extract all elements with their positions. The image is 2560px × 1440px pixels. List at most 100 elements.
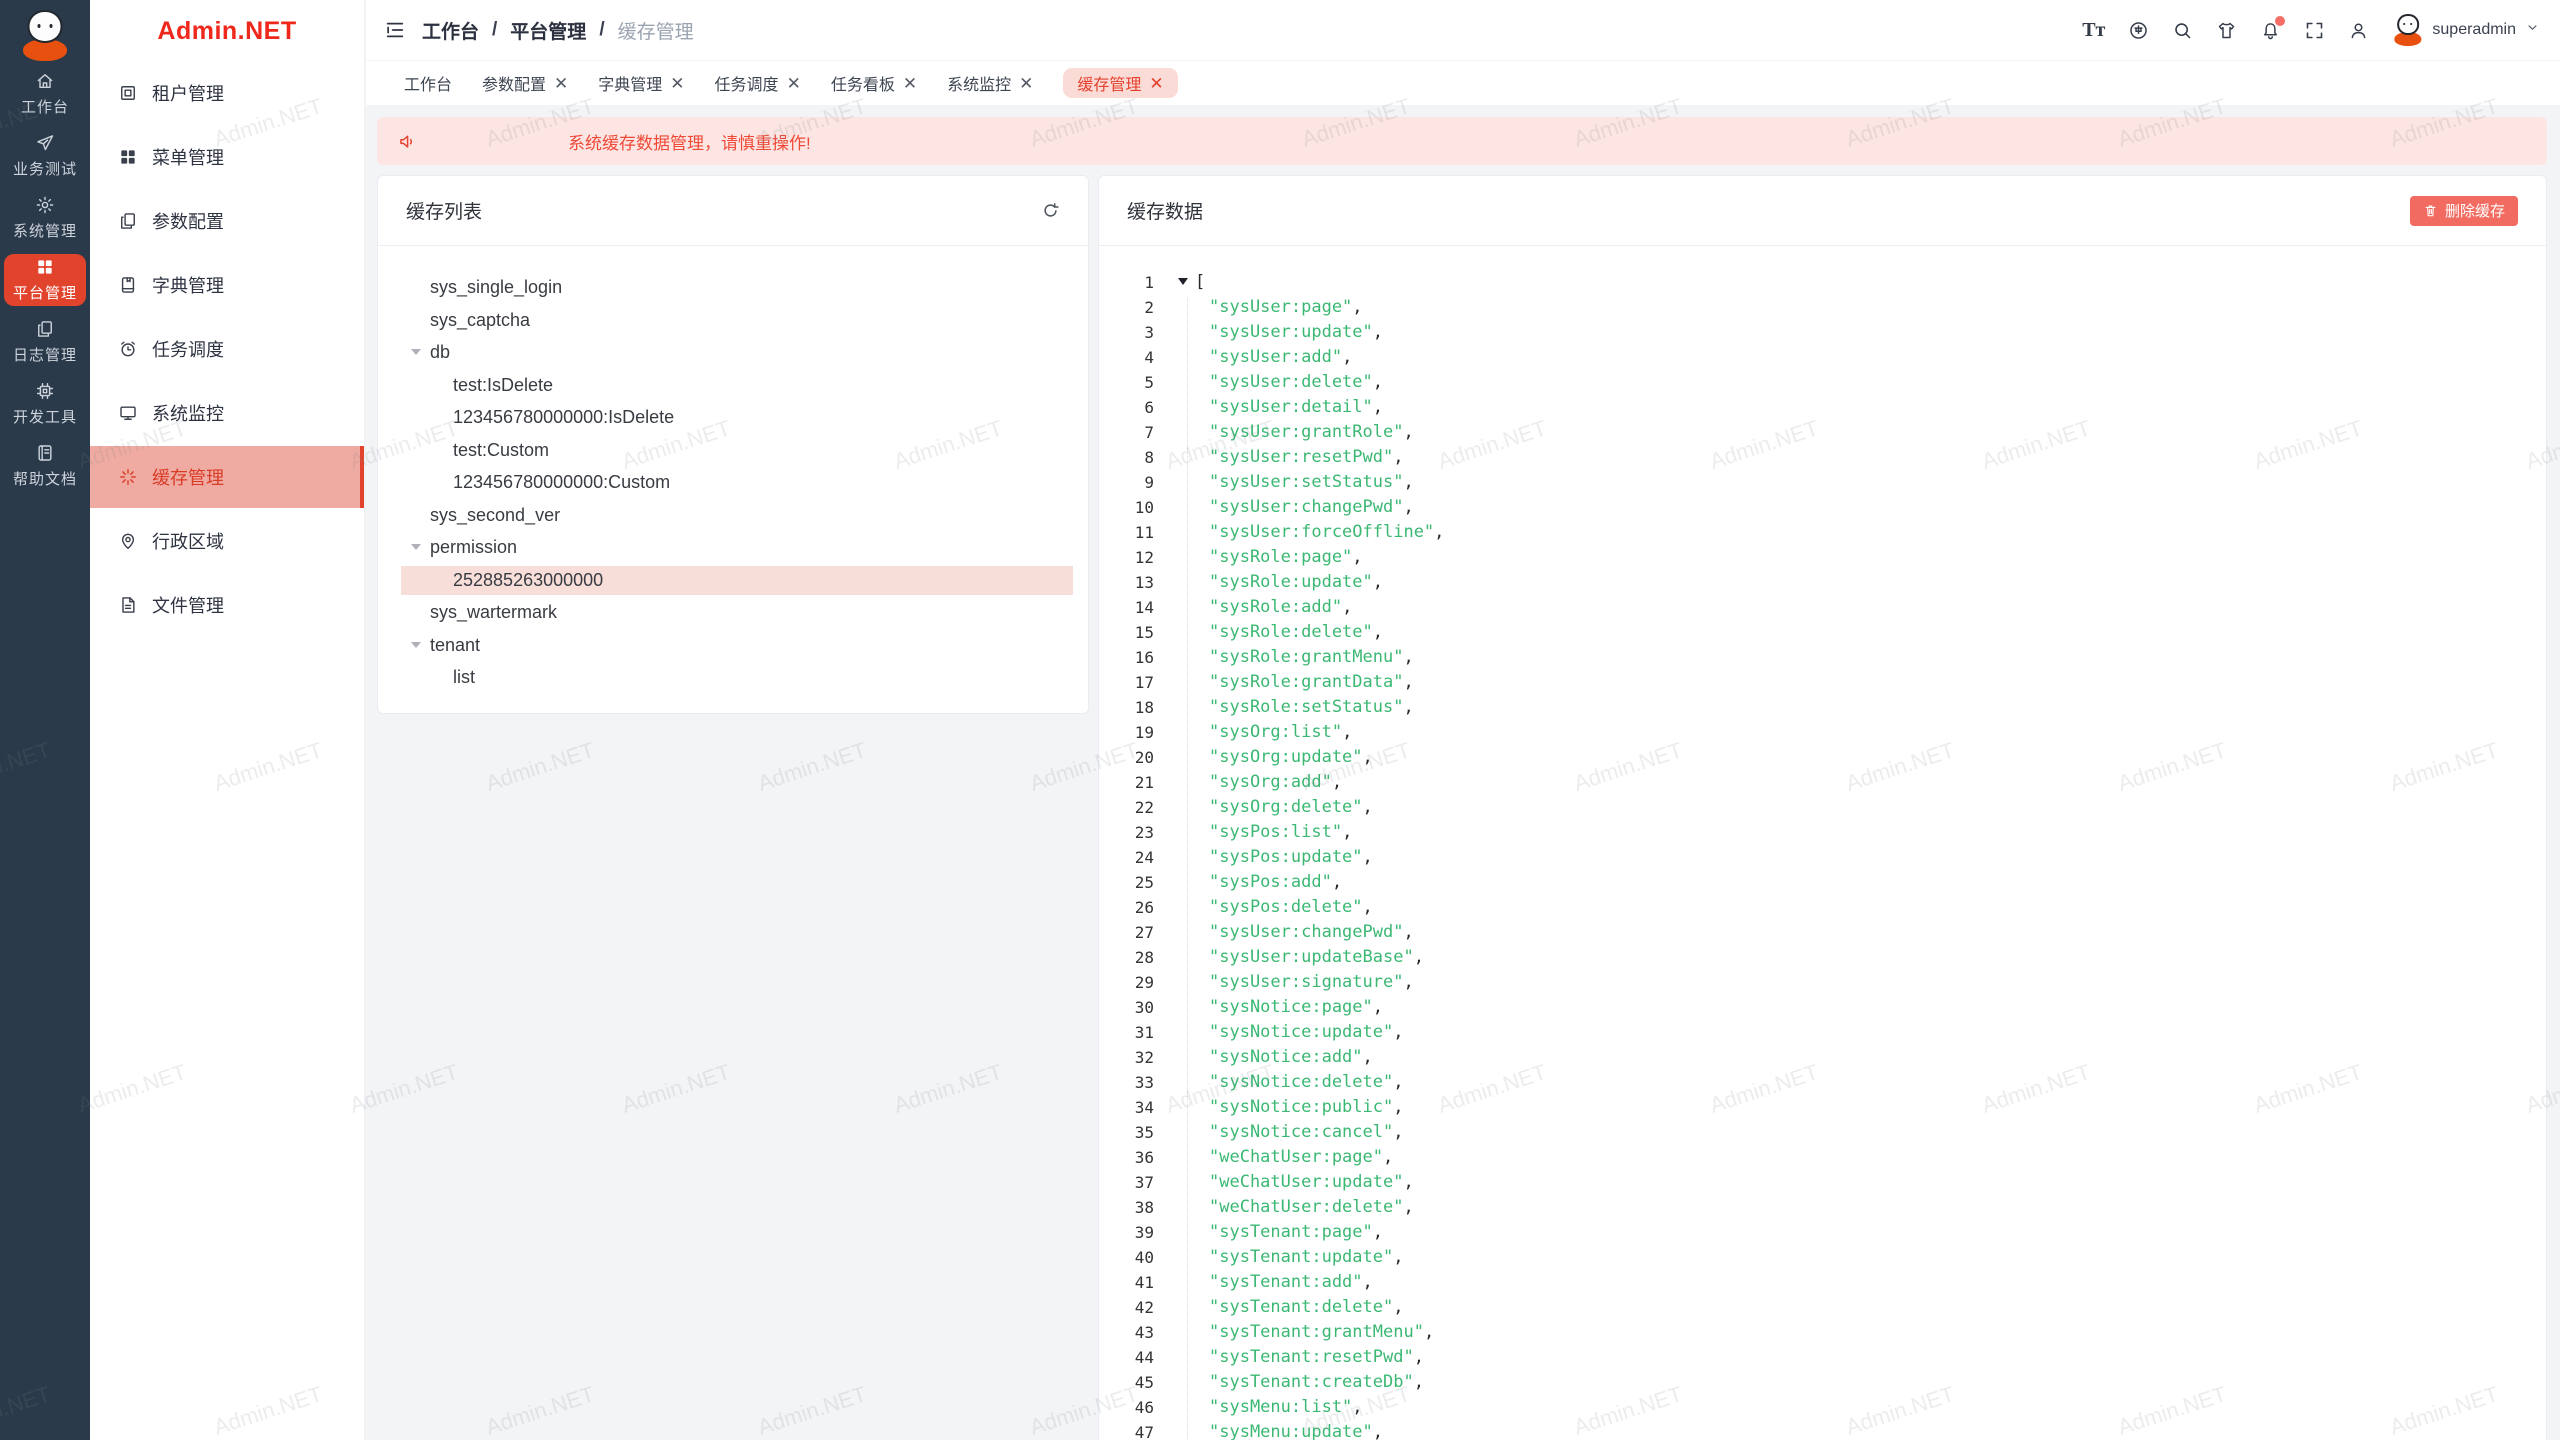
line-number: 16 <box>1099 645 1154 670</box>
code-text: "sysTenant:createDb", <box>1154 1370 1424 1395</box>
sidebar-item-系统监控[interactable]: 系统监控 <box>90 382 364 444</box>
language-icon[interactable] <box>2128 20 2149 41</box>
tree-node-sys_second_ver[interactable]: sys_second_ver <box>401 501 1073 530</box>
line-number: 23 <box>1099 820 1154 845</box>
tab-任务看板[interactable]: 任务看板✕ <box>831 68 917 98</box>
notification-bell-icon[interactable] <box>2260 20 2281 41</box>
rail-item-开发工具[interactable]: 开发工具 <box>4 378 86 430</box>
code-line: 14"sysRole:add", <box>1099 595 2546 620</box>
profile-icon[interactable] <box>2348 20 2369 41</box>
font-size-icon[interactable]: Tᴛ <box>2082 20 2105 40</box>
line-number: 4 <box>1099 345 1154 370</box>
menu-grid-icon <box>118 147 138 167</box>
tab-任务调度[interactable]: 任务调度✕ <box>715 68 801 98</box>
sidebar-item-文件管理[interactable]: 文件管理 <box>90 574 364 636</box>
sidebar-item-label: 菜单管理 <box>152 144 224 170</box>
tree-node-tenant[interactable]: tenant <box>401 631 1073 660</box>
tab-close-icon[interactable]: ✕ <box>554 75 568 92</box>
caret-down-icon[interactable] <box>411 349 421 355</box>
caret-down-icon[interactable] <box>411 544 421 550</box>
code-line: 1[ <box>1099 270 2546 295</box>
main-area: 工作台/平台管理/缓存管理 Tᴛ <box>366 0 2560 1440</box>
tab-工作台[interactable]: 工作台 <box>404 68 452 98</box>
delete-cache-button[interactable]: 删除缓存 <box>2410 196 2518 226</box>
code-line: 36"weChatUser:page", <box>1099 1145 2546 1170</box>
caret-down-icon[interactable] <box>411 642 421 648</box>
sidebar-item-菜单管理[interactable]: 菜单管理 <box>90 126 364 188</box>
collapse-menu-icon[interactable] <box>384 19 406 41</box>
breadcrumb-item-工作台[interactable]: 工作台 <box>422 17 479 44</box>
search-icon[interactable] <box>2172 20 2193 41</box>
fullscreen-icon[interactable] <box>2304 20 2325 41</box>
tree-node-123456780000000:Custom[interactable]: 123456780000000:Custom <box>401 468 1073 497</box>
code-text: "sysTenant:resetPwd", <box>1154 1345 1424 1370</box>
rail-item-平台管理[interactable]: 平台管理 <box>4 254 86 306</box>
rail-item-业务测试[interactable]: 业务测试 <box>4 130 86 182</box>
tree-node-list[interactable]: list <box>401 663 1073 692</box>
tree-node-permission[interactable]: permission <box>401 533 1073 562</box>
code-text: "sysRole:delete", <box>1154 620 1383 645</box>
tab-close-icon[interactable]: ✕ <box>1019 75 1033 92</box>
cache-icon <box>118 467 138 487</box>
rail-item-系统管理[interactable]: 系统管理 <box>4 192 86 244</box>
code-line: 21"sysOrg:add", <box>1099 770 2546 795</box>
copy-icon <box>35 319 55 339</box>
breadcrumb-item-平台管理[interactable]: 平台管理 <box>510 17 586 44</box>
code-text: "sysUser:detail", <box>1154 395 1383 420</box>
rail-item-日志管理[interactable]: 日志管理 <box>4 316 86 368</box>
code-line: 25"sysPos:add", <box>1099 870 2546 895</box>
tree-node-label: sys_captcha <box>430 310 530 331</box>
sidebar-item-缓存管理[interactable]: 缓存管理 <box>90 446 364 508</box>
line-number: 14 <box>1099 595 1154 620</box>
tree-node-123456780000000:IsDelete[interactable]: 123456780000000:IsDelete <box>401 403 1073 432</box>
line-number: 11 <box>1099 520 1154 545</box>
tab-系统监控[interactable]: 系统监控 ✕ <box>947 68 1033 98</box>
code-line: 44"sysTenant:resetPwd", <box>1099 1345 2546 1370</box>
tree-node-test:IsDelete[interactable]: test:IsDelete <box>401 371 1073 400</box>
tab-参数配置[interactable]: 参数配置✕ <box>482 68 568 98</box>
sidebar-item-租户管理[interactable]: 租户管理 <box>90 62 364 124</box>
code-text: "sysNotice:page", <box>1154 995 1383 1020</box>
tree-node-sys_captcha[interactable]: sys_captcha <box>401 306 1073 335</box>
code-line: 15"sysRole:delete", <box>1099 620 2546 645</box>
code-line: 33"sysNotice:delete", <box>1099 1070 2546 1095</box>
tab-close-icon[interactable]: ✕ <box>1149 75 1163 92</box>
tab-label: 系统监控 <box>947 71 1011 95</box>
line-number: 45 <box>1099 1370 1154 1395</box>
rail-item-工作台[interactable]: 工作台 <box>4 68 86 120</box>
tree-node-sys_single_login[interactable]: sys_single_login <box>401 273 1073 302</box>
code-text: "weChatUser:update", <box>1154 1170 1414 1195</box>
user-menu[interactable]: superadmin <box>2392 14 2540 47</box>
code-text: "sysTenant:grantMenu", <box>1154 1320 1434 1345</box>
line-number: 43 <box>1099 1320 1154 1345</box>
tree-node-252885263000000[interactable]: 252885263000000 <box>401 566 1073 595</box>
collapse-arrow-icon[interactable] <box>1178 278 1188 285</box>
code-line: 29"sysUser:signature", <box>1099 970 2546 995</box>
sidebar-item-任务调度[interactable]: 任务调度 <box>90 318 364 380</box>
rail-item-label: 帮助文档 <box>13 468 77 489</box>
sidebar-item-字典管理[interactable]: 字典管理 <box>90 254 364 316</box>
tree-node-label: sys_wartermark <box>430 602 557 623</box>
tab-close-icon[interactable]: ✕ <box>787 75 801 92</box>
tree-node-test:Custom[interactable]: test:Custom <box>401 436 1073 465</box>
code-text: "sysTenant:delete", <box>1154 1295 1403 1320</box>
line-number: 33 <box>1099 1070 1154 1095</box>
rail-item-帮助文档[interactable]: 帮助文档 <box>4 440 86 492</box>
sidebar-item-参数配置[interactable]: 参数配置 <box>90 190 364 252</box>
tab-close-icon[interactable]: ✕ <box>670 75 684 92</box>
line-number: 7 <box>1099 420 1154 445</box>
sidebar-item-行政区域[interactable]: 行政区域 <box>90 510 364 572</box>
page-content: 系统缓存数据管理，请慎重操作! 缓存列表 sys_single_loginsys… <box>366 105 2560 1440</box>
refresh-icon[interactable] <box>1041 201 1060 220</box>
tree-node-sys_wartermark[interactable]: sys_wartermark <box>401 598 1073 627</box>
tab-缓存管理[interactable]: 缓存管理✕ <box>1063 68 1177 98</box>
tab-close-icon[interactable]: ✕ <box>903 75 917 92</box>
code-text: "sysTenant:update", <box>1154 1245 1403 1270</box>
tree-node-db[interactable]: db <box>401 338 1073 367</box>
theme-icon[interactable] <box>2216 20 2237 41</box>
tab-字典管理[interactable]: 字典管理✕ <box>598 68 684 98</box>
code-line: 16"sysRole:grantMenu", <box>1099 645 2546 670</box>
code-text: "sysOrg:list", <box>1154 720 1352 745</box>
app-logo[interactable] <box>0 0 90 62</box>
line-number: 21 <box>1099 770 1154 795</box>
